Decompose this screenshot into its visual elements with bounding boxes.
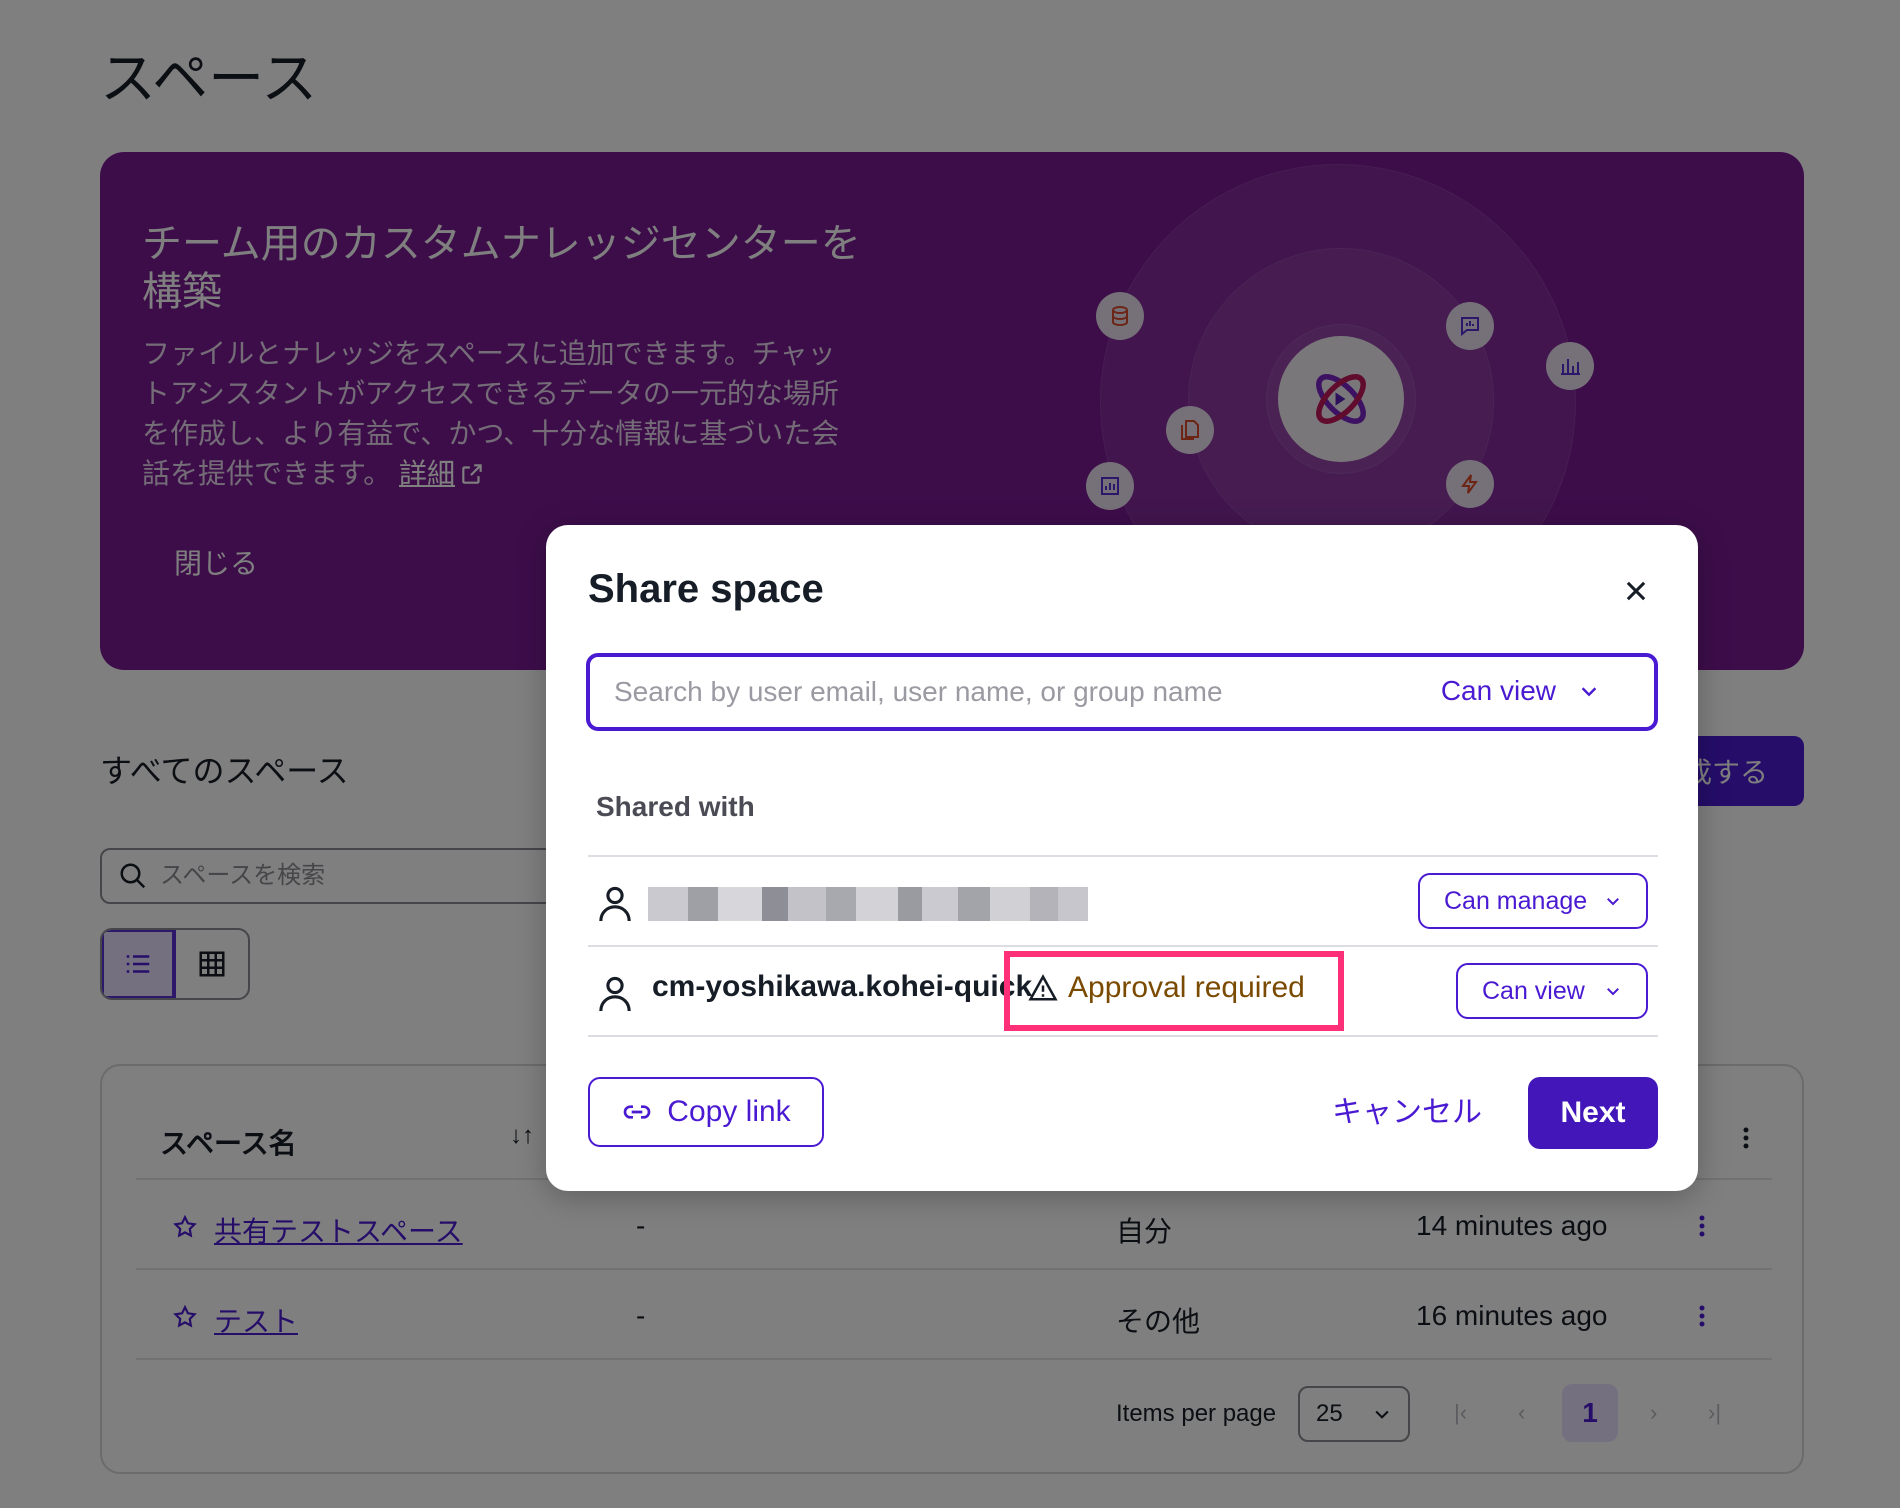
next-button[interactable]: Next — [1528, 1077, 1658, 1149]
default-permission-select[interactable]: Can view — [1441, 675, 1600, 707]
shared-with-heading: Shared with — [596, 791, 755, 822]
warning-icon — [1028, 974, 1058, 1001]
shared-user-name: cm-yoshikawa.kohei-quick — [652, 970, 1033, 1003]
default-permission-value: Can view — [1440, 675, 1556, 706]
link-icon — [624, 1105, 651, 1119]
share-search-input[interactable] — [614, 676, 1394, 708]
shared-list-divider — [588, 855, 1658, 857]
dialog-title: Share space — [588, 567, 824, 611]
approval-required-text: Approval required — [1068, 971, 1305, 1004]
share-space-dialog: Share space Can view Shared with Can man… — [546, 525, 1698, 1191]
chevron-down-icon — [1607, 988, 1619, 996]
role-value: Can view — [1482, 976, 1585, 1005]
approval-highlight: Approval required — [1004, 951, 1344, 1031]
row-divider — [588, 1035, 1658, 1037]
approval-required-badge: Approval required — [1028, 971, 1305, 1005]
role-value: Can manage — [1444, 886, 1588, 915]
cancel-button[interactable]: キャンセル — [1332, 1087, 1482, 1131]
copy-link-button[interactable]: Copy link — [588, 1077, 824, 1147]
chevron-down-icon — [1607, 898, 1619, 906]
user-icon — [599, 976, 631, 1012]
user-icon — [599, 886, 631, 922]
role-select-manage[interactable]: Can manage — [1418, 873, 1648, 929]
row-divider — [588, 945, 1658, 947]
close-icon[interactable] — [1616, 571, 1656, 611]
chevron-down-icon — [1581, 687, 1597, 697]
copy-link-label: Copy link — [667, 1095, 791, 1128]
share-search-field[interactable]: Can view — [586, 653, 1658, 731]
redacted-user-name — [648, 887, 1088, 921]
role-select-view[interactable]: Can view — [1456, 963, 1648, 1019]
